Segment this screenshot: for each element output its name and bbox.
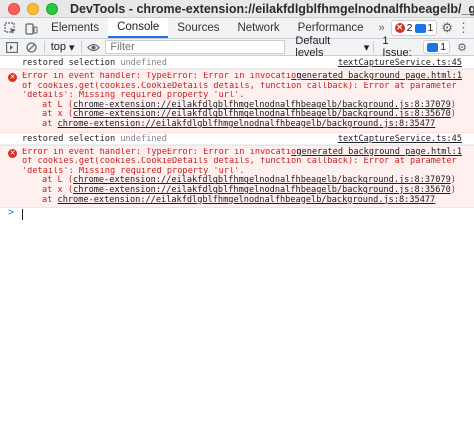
- console-message-log: restored selection undefined textCapture…: [0, 57, 474, 69]
- tab-network[interactable]: Network: [228, 18, 288, 38]
- gear-icon[interactable]: ⚙: [441, 20, 453, 36]
- source-link[interactable]: _generated_background_page.html:1: [291, 71, 462, 82]
- device-toolbar-icon[interactable]: [21, 18, 42, 38]
- issues-badge: 1: [423, 40, 451, 54]
- minimize-window-button[interactable]: [27, 2, 39, 15]
- log-text: restored selection: [22, 58, 116, 68]
- zoom-window-button[interactable]: [46, 2, 58, 15]
- filter-input[interactable]: [105, 40, 286, 54]
- error-icon: ✕: [8, 73, 17, 82]
- tab-elements[interactable]: Elements: [42, 18, 108, 38]
- message-icon: [427, 42, 439, 52]
- console-message-log: restored selection undefined textCapture…: [0, 133, 474, 145]
- stack-suffix: ): [450, 184, 456, 195]
- stack-link[interactable]: chrome-extension://eilakfdlgblfhmgelnodn…: [73, 185, 451, 195]
- live-expression-icon[interactable]: [86, 43, 102, 52]
- source-link[interactable]: _generated_background_page.html:1: [291, 147, 462, 158]
- context-selector[interactable]: top ▾: [49, 41, 77, 54]
- toolbar-divider: [80, 41, 82, 53]
- window-title: DevTools - chrome-extension://eilakfdlgb…: [70, 1, 474, 16]
- log-levels-dropdown[interactable]: Default levels ▾: [295, 35, 369, 59]
- error-count: 2: [406, 22, 413, 34]
- issues-count: 1: [440, 41, 447, 53]
- console-toolbar: top ▾ Default levels ▾ 1 Issue: 1 ⚙: [0, 35, 474, 59]
- stack-suffix: ): [450, 99, 456, 110]
- stack-suffix: ): [450, 175, 456, 186]
- stack-prefix: at: [42, 118, 58, 129]
- gear-icon[interactable]: ⚙: [454, 41, 470, 54]
- log-value: undefined: [120, 58, 167, 68]
- stack-frame: at chrome-extension://eilakfdlgblfhmgeln…: [22, 194, 458, 206]
- source-link[interactable]: textCaptureService.ts:45: [338, 58, 462, 69]
- console-prompt[interactable]: >: [0, 208, 474, 222]
- console-sidebar-icon[interactable]: [4, 41, 20, 53]
- kebab-menu-icon[interactable]: ⋮: [457, 20, 470, 36]
- inspect-icon[interactable]: [0, 18, 21, 38]
- source-link[interactable]: textCaptureService.ts:45: [338, 134, 462, 145]
- console-output: restored selection undefined textCapture…: [0, 57, 474, 222]
- stack-link[interactable]: chrome-extension://eilakfdlgblfhmgelnodn…: [58, 195, 436, 205]
- stack-prefix: at L (: [42, 175, 74, 186]
- error-counter-badge[interactable]: ✕ 2 1: [390, 20, 438, 36]
- message-icon: [414, 23, 426, 33]
- stack-prefix: at L (: [42, 99, 74, 110]
- stack-frame: at chrome-extension://eilakfdlgblfhmgeln…: [22, 118, 458, 130]
- context-selector-value: top: [50, 41, 66, 53]
- chevron-down-icon: ▾: [69, 41, 75, 54]
- log-value: undefined: [120, 133, 167, 144]
- window-controls: [8, 2, 58, 15]
- text-caret: [22, 209, 23, 221]
- issues-label: 1 Issue:: [382, 35, 412, 59]
- stack-prefix: at: [42, 194, 58, 205]
- toolbar-divider: [373, 41, 375, 53]
- log-levels-value: Default levels: [295, 35, 331, 59]
- stack-suffix: ): [450, 109, 456, 120]
- stack-prefix: at x (: [42, 109, 74, 120]
- log-text: restored selection: [22, 133, 116, 144]
- close-window-button[interactable]: [8, 2, 20, 15]
- stack-link[interactable]: chrome-extension://eilakfdlgblfhmgelnodn…: [73, 109, 451, 120]
- stack-link[interactable]: chrome-extension://eilakfdlgblfhmgelnodn…: [58, 119, 436, 129]
- prompt-chevron-icon: >: [8, 207, 15, 219]
- clear-console-icon[interactable]: [24, 41, 40, 53]
- stack-link[interactable]: chrome-extension://eilakfdlgblfhmgelnodn…: [73, 175, 451, 186]
- tab-console[interactable]: Console: [108, 18, 169, 38]
- message-count: 1: [427, 22, 434, 34]
- console-message-error: ✕ _generated_background_page.html:1 Erro…: [0, 69, 474, 133]
- issues-button[interactable]: 1 Issue: 1: [382, 35, 451, 59]
- stack-prefix: at x (: [42, 184, 74, 195]
- stack-link[interactable]: chrome-extension://eilakfdlgblfhmgelnodn…: [73, 100, 451, 110]
- error-line: of cookies.get(cookies.CookieDetails det…: [22, 157, 457, 167]
- error-icon: ✕: [394, 23, 405, 33]
- error-icon: ✕: [8, 148, 17, 158]
- chevron-down-icon: ▾: [363, 41, 370, 54]
- console-message-error: ✕ _generated_background_page.html:1 Erro…: [0, 144, 474, 209]
- window-titlebar: DevTools - chrome-extension://eilakfdlgb…: [0, 0, 474, 18]
- error-line: of cookies.get(cookies.CookieDetails det…: [22, 81, 457, 91]
- toolbar-divider: [43, 41, 45, 53]
- tab-sources[interactable]: Sources: [168, 18, 228, 38]
